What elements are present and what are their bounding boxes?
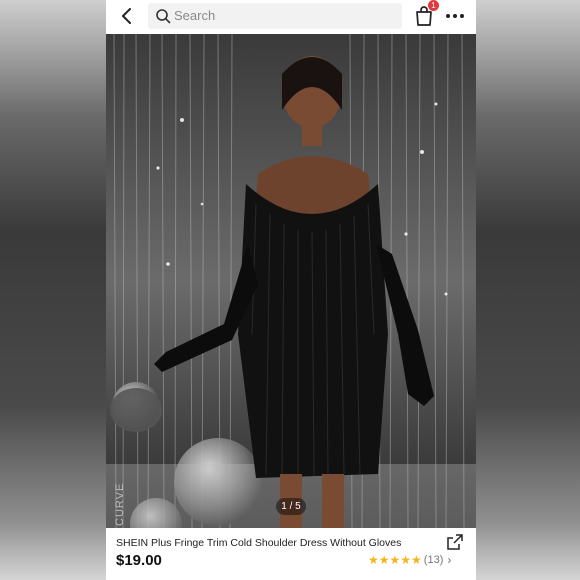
share-icon bbox=[447, 534, 463, 550]
blurred-background-left bbox=[0, 0, 106, 580]
product-photo[interactable]: CURVE 1 / 5 bbox=[106, 34, 476, 528]
reviews-link[interactable]: ★★★★★ (13) › bbox=[368, 552, 451, 568]
cart-count-badge: 1 bbox=[428, 0, 439, 11]
share-button[interactable] bbox=[446, 533, 464, 551]
top-bar: Search 1 bbox=[106, 0, 476, 34]
back-button[interactable] bbox=[116, 5, 138, 27]
chevron-left-icon bbox=[122, 8, 131, 24]
product-price: $19.00 bbox=[116, 552, 162, 569]
more-options-button[interactable] bbox=[444, 6, 466, 26]
search-icon bbox=[156, 9, 171, 24]
rating-stars: ★★★★★ bbox=[368, 553, 422, 567]
search-placeholder: Search bbox=[174, 8, 216, 23]
product-title: SHEIN Plus Fringe Trim Cold Shoulder Dre… bbox=[116, 537, 402, 549]
brand-watermark: CURVE bbox=[114, 482, 126, 526]
search-input[interactable]: Search bbox=[148, 3, 402, 29]
image-pager: 1 / 5 bbox=[276, 498, 306, 515]
blurred-background-right bbox=[476, 0, 580, 580]
product-image bbox=[106, 34, 476, 528]
review-count: (13) bbox=[423, 554, 444, 566]
app-screen: Search 1 CURVE 1 / 5 SHEIN Plus Fringe T… bbox=[106, 0, 476, 580]
more-dots-icon bbox=[446, 14, 464, 18]
chevron-right-icon: › bbox=[447, 553, 452, 567]
